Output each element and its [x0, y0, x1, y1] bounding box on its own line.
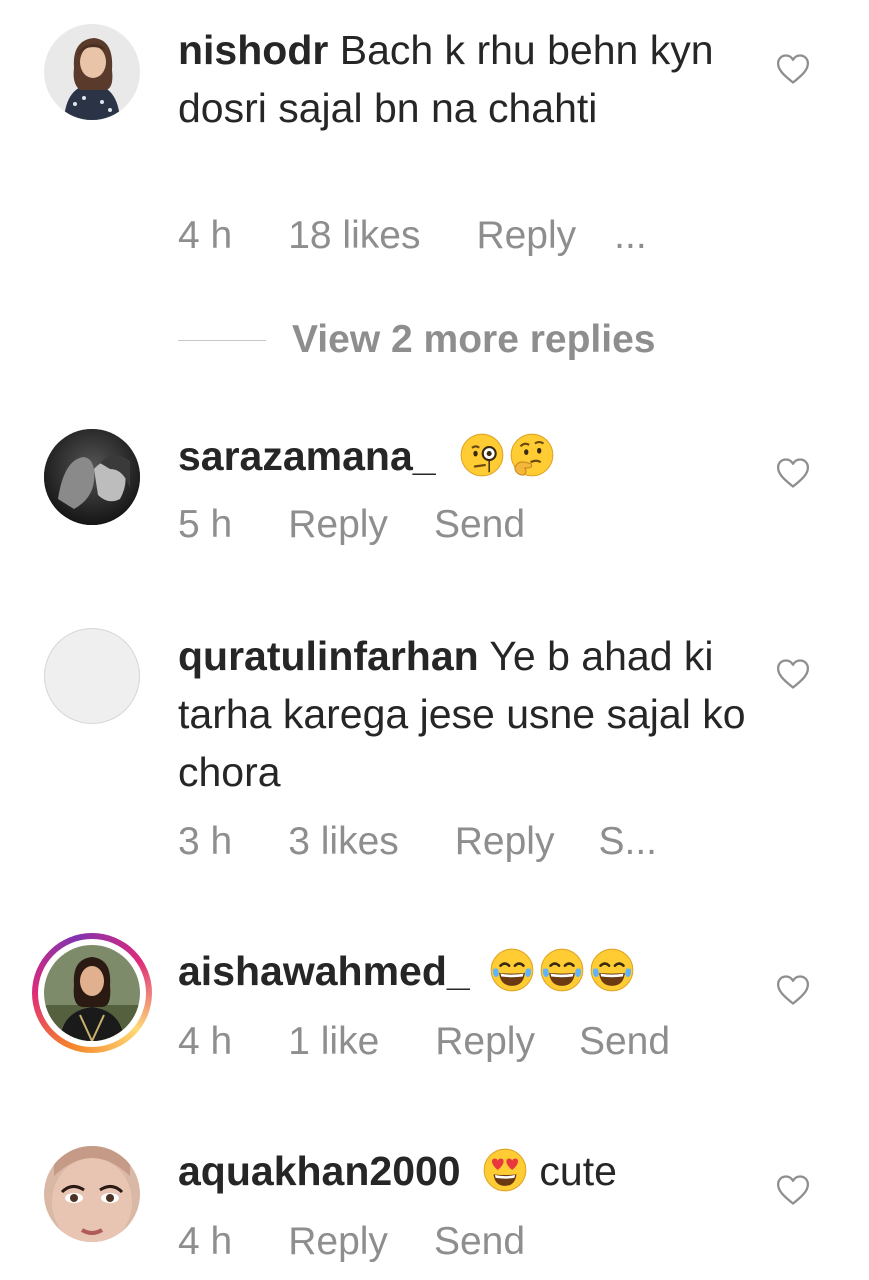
comment-meta: 3 h 3 likes Reply S...	[178, 820, 657, 864]
comment-username[interactable]: sarazamana_	[178, 433, 436, 479]
comment-meta: 4 h 18 likes Reply ...	[178, 214, 647, 258]
reply-button[interactable]: Reply	[455, 820, 555, 864]
avatar[interactable]	[44, 945, 140, 1041]
view-more-replies[interactable]: View 2 more replies	[178, 318, 655, 362]
comment-text: sarazamana_	[178, 427, 748, 485]
comment-meta: 4 h Reply Send	[178, 1220, 525, 1264]
comment-time: 4 h	[178, 1220, 233, 1263]
heart-icon[interactable]	[776, 457, 810, 489]
story-ring[interactable]	[32, 933, 152, 1053]
comment-time: 4 h	[178, 1020, 233, 1063]
send-button[interactable]: Send	[434, 503, 525, 547]
comment-text: quratulinfarhan Ye b ahad ki tarha kareg…	[178, 627, 748, 801]
reply-button[interactable]: Reply	[288, 1220, 388, 1264]
tears-of-joy-emoji	[589, 947, 635, 993]
heart-icon[interactable]	[776, 658, 810, 690]
likes-count[interactable]: 1 like	[288, 1020, 379, 1064]
divider-line	[178, 339, 266, 341]
likes-count[interactable]: 18 likes	[288, 214, 420, 258]
comment-text: nishodr Bach k rhu behn kyn dosri sajal …	[178, 21, 748, 137]
comment-username[interactable]: aquakhan2000	[178, 1148, 461, 1194]
avatar[interactable]	[44, 429, 140, 525]
send-button[interactable]: S...	[598, 820, 657, 864]
reply-button[interactable]: Reply	[435, 1020, 535, 1064]
reply-button[interactable]: Reply	[288, 503, 388, 547]
more-options-button[interactable]: ...	[614, 214, 647, 258]
avatar[interactable]	[44, 1146, 140, 1242]
comment-meta: 4 h 1 like Reply Send	[178, 1020, 670, 1064]
comment-username[interactable]: aishawahmed_	[178, 948, 470, 994]
send-button[interactable]: Send	[434, 1220, 525, 1264]
view-more-replies-label[interactable]: View 2 more replies	[292, 318, 655, 362]
comment-body: cute	[528, 1148, 617, 1194]
likes-count[interactable]: 3 likes	[288, 820, 399, 864]
comment-username[interactable]: nishodr	[178, 27, 328, 73]
reply-button[interactable]: Reply	[476, 214, 576, 258]
heart-icon[interactable]	[776, 53, 810, 85]
comment-time: 5 h	[178, 503, 233, 546]
face-with-monocle-emoji	[459, 432, 505, 478]
avatar[interactable]	[44, 24, 140, 120]
comment-time: 4 h	[178, 214, 233, 257]
heart-eyes-emoji	[482, 1147, 528, 1193]
thinking-face-emoji	[509, 432, 555, 478]
tears-of-joy-emoji	[539, 947, 585, 993]
heart-icon[interactable]	[776, 974, 810, 1006]
heart-icon[interactable]	[776, 1174, 810, 1206]
comment-text: aquakhan2000 cute	[178, 1142, 748, 1200]
comment-meta: 5 h Reply Send	[178, 503, 525, 547]
tears-of-joy-emoji	[489, 947, 535, 993]
send-button[interactable]: Send	[579, 1020, 670, 1064]
comment-username[interactable]: quratulinfarhan	[178, 633, 479, 679]
avatar[interactable]	[44, 628, 140, 724]
comment-time: 3 h	[178, 820, 233, 863]
comment-text: aishawahmed_	[178, 942, 748, 1000]
